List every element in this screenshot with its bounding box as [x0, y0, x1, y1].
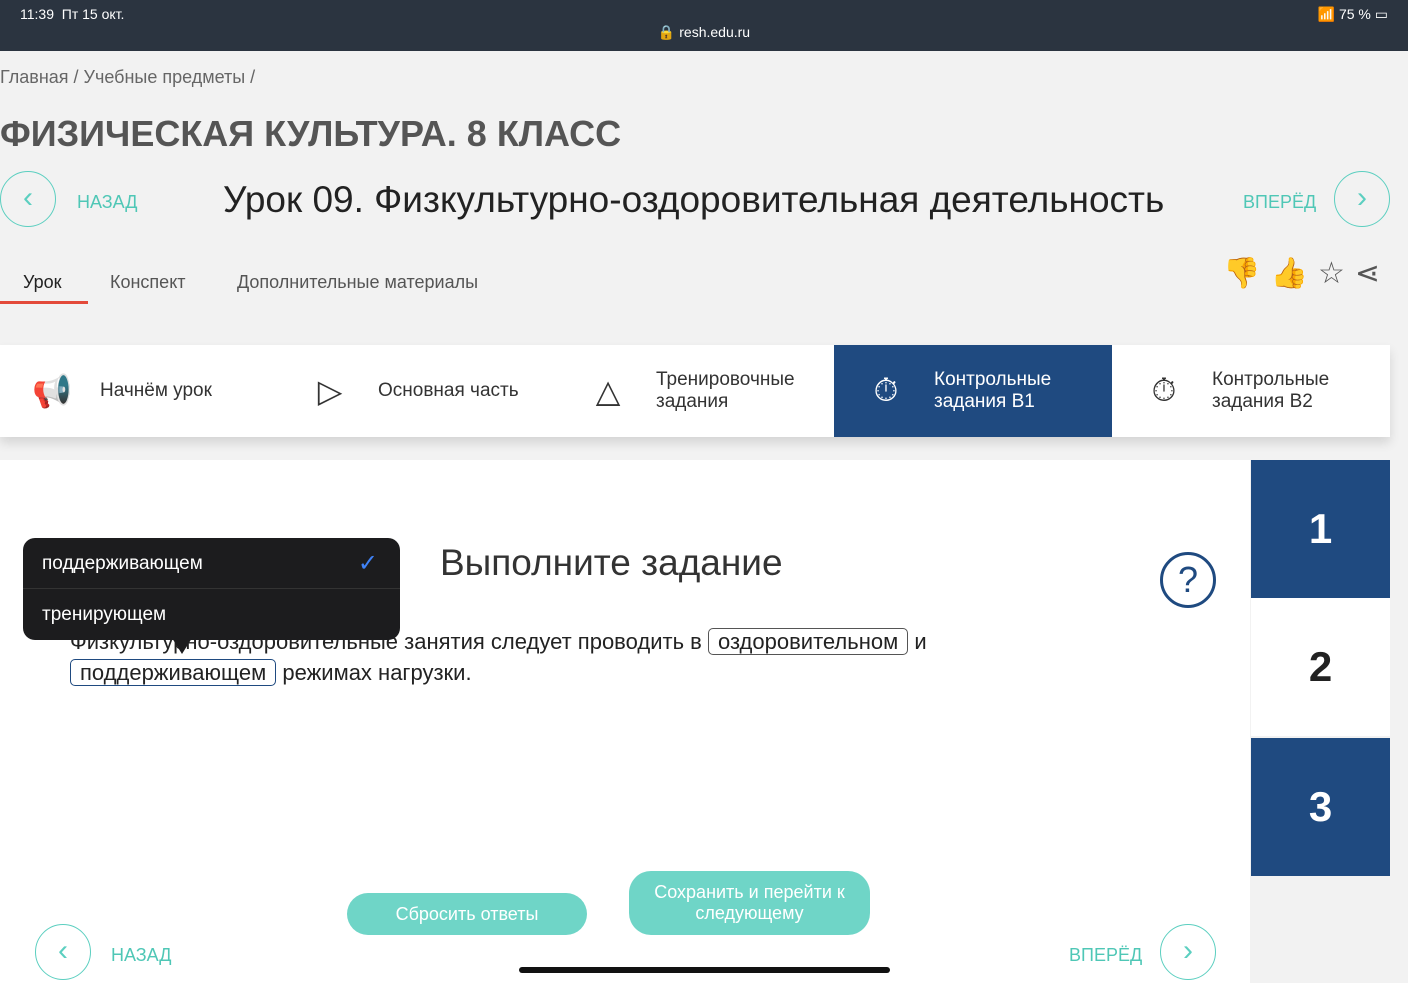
- page-title: ФИЗИЧЕСКАЯ КУЛЬТУРА. 8 КЛАСС: [0, 113, 622, 154]
- share-icon[interactable]: ⋖: [1355, 257, 1390, 290]
- dislike-icon[interactable]: 👎: [1223, 257, 1270, 290]
- play-icon: ▷: [317, 373, 343, 409]
- reset-button[interactable]: Сбросить ответы: [347, 893, 587, 935]
- tab-extra[interactable]: Дополнительные материалы: [237, 272, 478, 293]
- tab-summary[interactable]: Конспект: [110, 272, 186, 293]
- like-icon[interactable]: 👍: [1271, 257, 1318, 290]
- stopwatch-icon: ⏱: [1151, 372, 1177, 408]
- dropdown-option[interactable]: тренирующем: [23, 589, 400, 640]
- task-heading: Выполните задание: [440, 542, 783, 583]
- dropdown-popup: поддерживающем ✓ тренирующем: [23, 538, 400, 640]
- lesson-title: Урок 09. Физкультурно-оздоровительная де…: [223, 179, 1165, 220]
- question-3[interactable]: 3: [1251, 738, 1390, 876]
- lesson-steps: 📢 Начнём урок ▷ Основная часть △ Тренировоч…: [0, 345, 1390, 437]
- checkmark-icon: ✓: [357, 550, 378, 577]
- clock: 11:39 Пт 15 окт.: [20, 6, 125, 22]
- dropdown-option[interactable]: поддерживающем ✓: [23, 538, 400, 589]
- bottom-back-button[interactable]: ‹: [35, 924, 91, 980]
- step-control-b1[interactable]: ⏱ Контрольные задания В1: [834, 345, 1112, 437]
- step-main[interactable]: ▷ Основная часть: [278, 345, 556, 437]
- breadcrumb[interactable]: Главная / Учебные предметы /: [0, 67, 255, 88]
- bottom-forward-button[interactable]: ›: [1160, 924, 1216, 980]
- bottom-back-label[interactable]: НАЗАД: [111, 945, 171, 966]
- save-next-button[interactable]: Сохранить и перейти к следующему: [629, 871, 870, 935]
- step-control-b2[interactable]: ⏱ Контрольные задания В2: [1112, 345, 1390, 437]
- back-label[interactable]: НАЗАД: [77, 192, 137, 213]
- step-start[interactable]: 📢 Начнём урок: [0, 345, 278, 437]
- megaphone-icon: 📢: [32, 373, 72, 409]
- star-icon[interactable]: ☆: [1318, 257, 1355, 290]
- home-indicator[interactable]: [519, 967, 890, 973]
- step-training[interactable]: △ Тренировочные задания: [556, 345, 834, 437]
- battery: 📶 75 % ▭: [1317, 6, 1388, 22]
- answer-select-2[interactable]: поддерживающем: [70, 659, 277, 686]
- pyramid-icon: △: [595, 373, 621, 409]
- help-button[interactable]: ?: [1160, 552, 1216, 608]
- question-1[interactable]: 1: [1251, 460, 1390, 598]
- tab-underline: [0, 301, 88, 304]
- popup-arrow: [172, 638, 192, 654]
- question-2[interactable]: 2: [1251, 598, 1390, 736]
- url-bar[interactable]: 🔒 resh.edu.ru: [0, 24, 1408, 41]
- back-button[interactable]: ‹: [0, 171, 56, 227]
- tab-lesson[interactable]: Урок: [23, 272, 62, 293]
- status-bar: 11:39 Пт 15 окт. 🔒 resh.edu.ru 📶 75 % ▭: [0, 0, 1408, 51]
- stopwatch-icon: ⏱: [873, 372, 899, 408]
- forward-button[interactable]: ›: [1334, 171, 1390, 227]
- bottom-forward-label[interactable]: ВПЕРЁД: [1069, 945, 1142, 966]
- forward-label[interactable]: ВПЕРЁД: [1243, 192, 1316, 213]
- answer-select-1[interactable]: оздоровительном: [707, 628, 909, 655]
